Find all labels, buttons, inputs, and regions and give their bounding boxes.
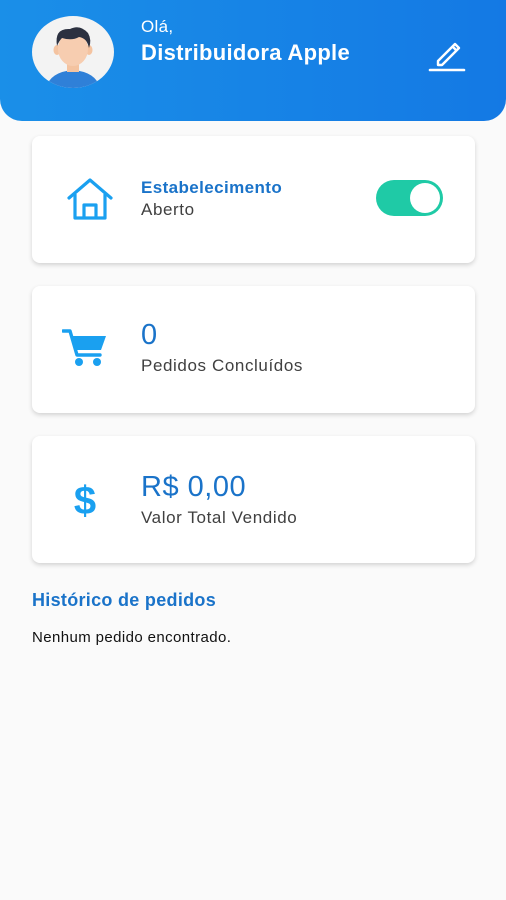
sales-amount: R$ 0,00 (141, 471, 247, 503)
edit-profile-button[interactable] (426, 34, 468, 74)
svg-text:$: $ (74, 479, 96, 522)
orders-label: Pedidos Concluídos (141, 356, 304, 375)
user-name: Distribuidora Apple (141, 40, 351, 65)
sales-label: Valor Total Vendido (141, 508, 298, 527)
pencil-icon (428, 42, 466, 72)
sales-card: $ R$ 0,00 Valor Total Vendido (32, 436, 475, 563)
app-header: Olá, Distribuidora Apple (0, 0, 506, 121)
establishment-open-toggle[interactable] (376, 180, 443, 216)
home-icon (66, 176, 114, 227)
establishment-status: Aberto (141, 200, 195, 219)
cart-icon (61, 328, 108, 373)
orders-count: 0 (141, 319, 158, 351)
establishment-title: Estabelecimento (141, 178, 283, 197)
user-avatar-icon (46, 27, 100, 88)
avatar[interactable] (32, 16, 114, 88)
orders-card: 0 Pedidos Concluídos (32, 286, 475, 413)
history-empty-message: Nenhum pedido encontrado. (32, 629, 232, 646)
dollar-icon: $ (69, 476, 101, 527)
toggle-knob (410, 183, 440, 213)
establishment-card: Estabelecimento Aberto (32, 136, 475, 263)
history-title: Histórico de pedidos (32, 590, 217, 610)
greeting-text: Olá, (141, 17, 174, 36)
